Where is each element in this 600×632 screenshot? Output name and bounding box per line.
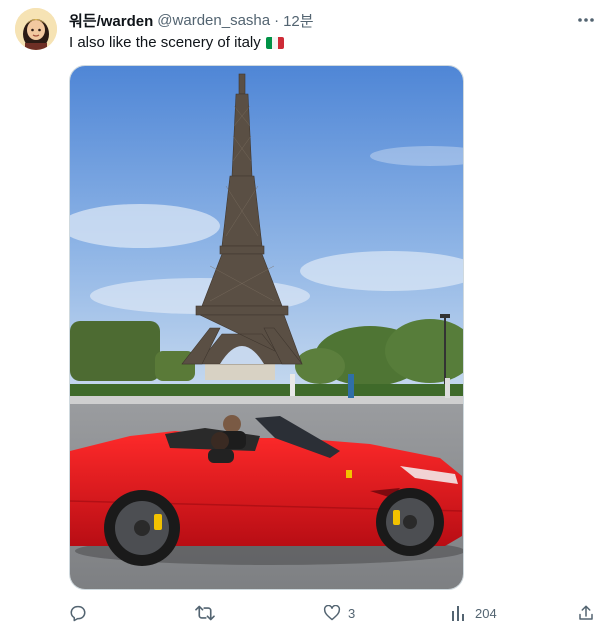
retweet-button[interactable] [195, 598, 221, 628]
photo-eiffel-tower-car-icon [70, 66, 463, 589]
user-handle[interactable]: @warden_sasha [157, 12, 270, 29]
separator-dot: · [274, 11, 280, 29]
tweet-text-content: I also like the scenery of italy [69, 34, 261, 51]
tweet-text: I also like the scenery of italy [69, 33, 284, 53]
more-dots-icon [577, 10, 595, 28]
display-name[interactable]: 워든/warden [69, 10, 153, 31]
heart-icon [322, 603, 342, 623]
more-options-button[interactable] [572, 8, 600, 30]
tweet-header: 워든/warden @warden_sasha · 12분 [69, 10, 314, 30]
share-upload-icon [576, 603, 596, 623]
reply-button[interactable] [68, 598, 94, 628]
analytics-bars-icon [449, 603, 469, 623]
tweet-card[interactable]: 워든/warden @warden_sasha · 12분 I also lik… [0, 0, 600, 632]
flag-stripe-red [277, 37, 284, 49]
views-button[interactable]: 204 [449, 598, 497, 628]
retweet-arrows-icon [195, 603, 215, 623]
reply-bubble-icon [68, 603, 88, 623]
like-button[interactable]: 3 [322, 598, 355, 628]
views-count: 204 [475, 605, 497, 621]
like-count: 3 [348, 605, 356, 621]
tweet-actions: 3 204 [60, 598, 600, 628]
tweet-photo[interactable] [69, 65, 464, 590]
italy-flag-emoji-icon [265, 37, 284, 49]
timestamp[interactable]: 12분 [283, 10, 314, 31]
avatar[interactable] [15, 8, 57, 50]
share-button[interactable] [576, 598, 596, 628]
